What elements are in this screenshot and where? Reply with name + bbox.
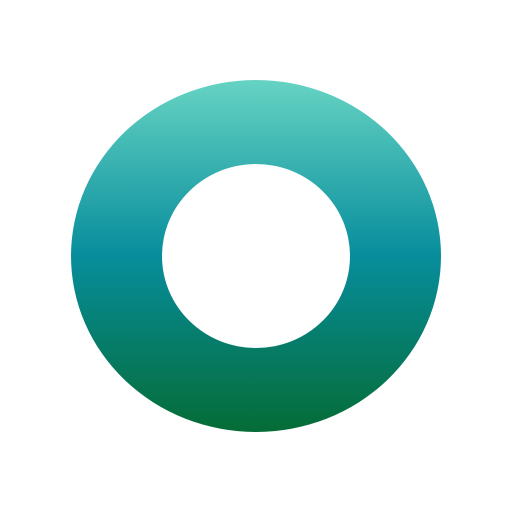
- ring-logo-icon: [71, 80, 441, 432]
- app-icon-canvas: [0, 0, 512, 512]
- ring-shape: [71, 80, 441, 432]
